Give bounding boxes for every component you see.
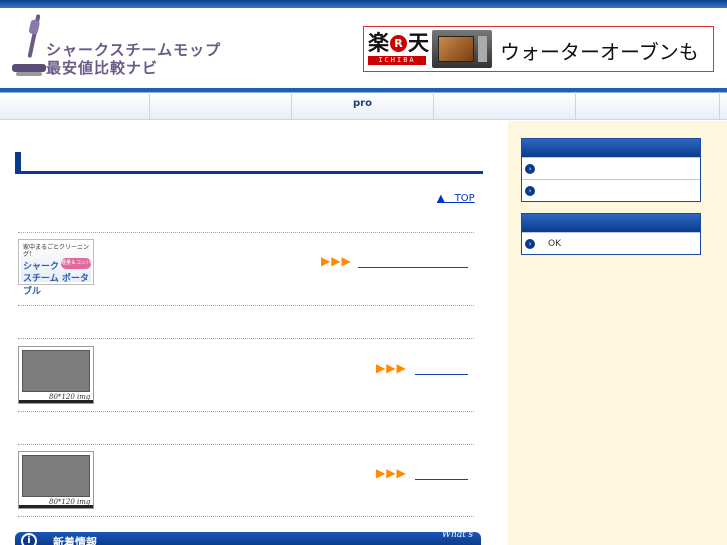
- thumb-placeholder: [22, 350, 90, 392]
- sidebar-menu-1: › ›: [521, 138, 701, 202]
- rakuten-r-icon: R: [390, 35, 407, 52]
- banner-text: ウォーターオーブンも: [500, 40, 699, 64]
- top-link[interactable]: ▲ TOP: [437, 189, 475, 204]
- arrow-icon: ▶▶▶: [376, 466, 407, 480]
- oven-control-panel: [478, 36, 487, 62]
- nav-item-4[interactable]: [434, 92, 576, 120]
- info-icon: i: [21, 533, 37, 545]
- divider: [18, 516, 474, 517]
- sidebar-item[interactable]: ›: [522, 179, 700, 201]
- sidebar: › › › OK: [508, 121, 727, 545]
- site-logo[interactable]: シャークスチームモップ 最安値比較ナビ: [10, 14, 240, 80]
- oven-window: [438, 36, 474, 62]
- divider: [18, 338, 474, 339]
- ichiba-label: ICHIBA: [368, 56, 426, 65]
- page-title-bar: [15, 152, 483, 174]
- product-link-2[interactable]: [415, 374, 468, 375]
- whats-new-label: What's: [441, 530, 473, 540]
- nav-item-pro[interactable]: pro: [292, 92, 434, 120]
- divider: [18, 444, 474, 445]
- arrow-icon: ▶▶▶: [376, 361, 407, 375]
- thumb-strip: [19, 400, 93, 403]
- product-thumbnail-2[interactable]: 80*120 img: [18, 346, 94, 404]
- thumb-strip: [19, 505, 93, 508]
- steam-mop-icon: [12, 14, 46, 76]
- portable-product-thumbnail[interactable]: 家中まるごとクリーニング！ シャーク スチーム ポータブル 軽量＆コンパクト: [18, 239, 94, 297]
- product-link-1[interactable]: [358, 267, 468, 268]
- circle-arrow-icon: ›: [525, 186, 535, 196]
- site-header: シャークスチームモップ 最安値比較ナビ 楽R天 ICHIBA ウォーターオーブン…: [0, 8, 727, 88]
- circle-arrow-icon: ›: [525, 239, 535, 249]
- nav-item-2[interactable]: [150, 92, 292, 120]
- logo-title-line2: 最安値比較ナビ: [46, 59, 159, 77]
- rakuten-kanji-2: 天: [408, 31, 429, 55]
- sidebar-item-ok[interactable]: › OK: [522, 232, 700, 254]
- arrow-icon: ▶▶▶: [321, 254, 352, 268]
- sidebar-menu-1-header: [522, 139, 700, 157]
- sidebar-item-label: OK: [548, 239, 561, 249]
- thumb-placeholder: [22, 455, 90, 497]
- portable-thumb-inner: 家中まるごとクリーニング！ シャーク スチーム ポータブル 軽量＆コンパクト: [21, 242, 92, 297]
- top-accent-bar: [0, 0, 727, 8]
- rakuten-kanji-1: 楽: [368, 31, 389, 55]
- divider: [18, 411, 474, 412]
- news-title: 新着情報: [53, 536, 97, 545]
- rakuten-logo: 楽R天 ICHIBA: [368, 30, 429, 68]
- sidebar-item[interactable]: ›: [522, 157, 700, 179]
- rakuten-oven-banner[interactable]: 楽R天 ICHIBA ウォーターオーブンも: [363, 26, 714, 72]
- product-link-3[interactable]: [415, 479, 468, 480]
- portable-small-text: 家中まるごとクリーニング！: [23, 244, 90, 258]
- oven-image: [432, 30, 492, 68]
- title-bar-underline: [15, 171, 483, 174]
- main-content: ▲ TOP 家中まるごとクリーニング！ シャーク スチーム ポータブル 軽量＆コ…: [0, 121, 508, 545]
- global-nav: pro: [0, 88, 727, 120]
- nav-item-5[interactable]: [576, 92, 720, 120]
- portable-badge: 軽量＆コンパクト: [61, 258, 92, 277]
- divider: [18, 232, 474, 233]
- sidebar-menu-2-header: [522, 214, 700, 232]
- news-section-header: i 新着情報 What's: [15, 530, 481, 545]
- nav-item-1[interactable]: [8, 92, 150, 120]
- divider: [18, 305, 474, 306]
- sidebar-menu-2: › OK: [521, 213, 701, 255]
- circle-arrow-icon: ›: [525, 164, 535, 174]
- product-thumbnail-3[interactable]: 80*120 img: [18, 451, 94, 509]
